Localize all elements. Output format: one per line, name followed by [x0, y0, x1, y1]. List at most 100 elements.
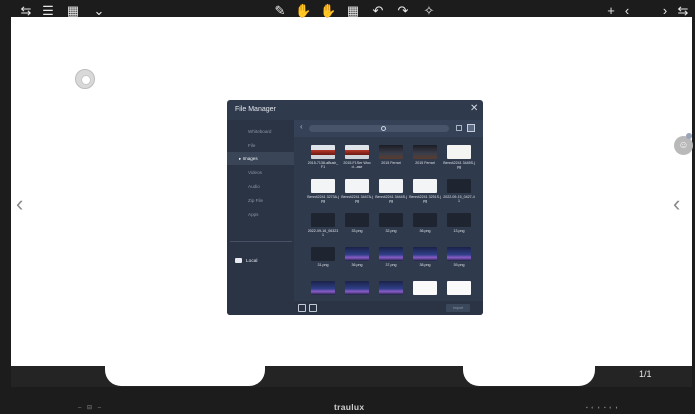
pen-icon[interactable]: ✎	[272, 0, 288, 21]
sidebar-divider	[230, 241, 292, 242]
sidebar-item-audio[interactable]: Audio	[227, 180, 294, 193]
file-grid: 2015-7138-aBush_F1 2015-F1Ser Wood...ase 2…	[294, 140, 483, 300]
file-item[interactable]	[341, 281, 373, 300]
file-thumbnail	[379, 145, 403, 159]
file-label: Benn42241 3447A.jpg	[341, 195, 373, 203]
file-item[interactable]: 2022-09-16_063231	[307, 213, 339, 247]
file-thumbnail	[379, 213, 403, 227]
sidebar-item-images[interactable]: Images	[227, 152, 294, 165]
import-button[interactable]: Import	[446, 304, 470, 312]
file-item[interactable]: 36.png	[341, 247, 373, 281]
apps-icon[interactable]: ▦	[65, 0, 81, 21]
file-item[interactable]: 31.png	[307, 247, 339, 281]
file-label: Benn42241 3444S.jpg	[375, 195, 407, 203]
swap-toolbar-icon[interactable]: ⇆	[18, 0, 34, 21]
file-item[interactable]: 2015-F1Ser Wood...ase	[341, 145, 373, 179]
swap-toolbar-right-icon[interactable]: ⇆	[676, 0, 690, 21]
file-manager-window: File Manager ✕ Whiteboard File Images Vi…	[227, 100, 483, 315]
file-label: 31.png	[317, 263, 329, 267]
file-item[interactable]: 13.png	[443, 213, 475, 247]
file-item[interactable]: 37.png	[375, 247, 407, 281]
file-item[interactable]	[409, 281, 441, 300]
menu-icon[interactable]: ☰	[40, 0, 56, 21]
file-manager-topbar: ‹	[294, 120, 483, 137]
next-page-icon[interactable]: ›	[659, 0, 671, 21]
user-avatar-icon[interactable]: ☺	[674, 136, 693, 155]
file-item[interactable]: 33.png	[341, 213, 373, 247]
bezel-right-buttons: ▪ ◐ ◐ ▪ ◐ ◐	[586, 405, 620, 411]
file-item[interactable]: 2022-09-15_0427-41	[443, 179, 475, 213]
sidebar-item-apps[interactable]: Apps	[227, 208, 294, 221]
sidebar-item-whiteboard[interactable]: Whiteboard	[227, 125, 294, 138]
file-thumbnail	[345, 247, 369, 261]
select-hand-icon[interactable]: ✋	[320, 0, 336, 21]
file-thumbnail	[447, 247, 471, 261]
file-item[interactable]: Benn42241 3273A.jpg	[307, 179, 339, 213]
sidebar-item-videos[interactable]: Videos	[227, 166, 294, 179]
file-item[interactable]: Benn42241 3251S.jpg	[409, 179, 441, 213]
undo-icon[interactable]: ↶	[370, 0, 386, 21]
sidebar-item-local[interactable]: Local	[232, 255, 292, 268]
sidebar-item-zip-file[interactable]: Zip File	[227, 194, 294, 207]
file-manager-bottombar: Import	[294, 301, 483, 315]
file-label: 2022-09-15_0427-41	[443, 195, 475, 203]
file-thumbnail	[413, 145, 437, 159]
file-thumbnail	[379, 179, 403, 193]
file-item[interactable]: Benn42241 3444S.jpg	[375, 179, 407, 213]
file-item[interactable]: 39.png	[443, 247, 475, 281]
list-view-icon[interactable]	[456, 125, 462, 131]
toolbar-notch-left	[105, 366, 265, 386]
file-thumbnail	[413, 179, 437, 193]
file-thumbnail	[413, 213, 437, 227]
clear-icon[interactable]: ✧	[421, 0, 437, 21]
new-folder-icon[interactable]	[298, 304, 306, 312]
sidebar-item-file[interactable]: File	[227, 139, 294, 152]
grid-tool-icon[interactable]: ▦	[345, 0, 361, 21]
back-icon[interactable]: ‹	[300, 122, 303, 131]
search-input[interactable]	[309, 125, 449, 132]
file-manager-sidebar: Whiteboard File Images Videos Audio Zip …	[227, 120, 294, 315]
file-thumbnail	[311, 213, 335, 227]
file-thumbnail	[345, 179, 369, 193]
redo-icon[interactable]: ↷	[395, 0, 411, 21]
file-item[interactable]: 36.png	[409, 213, 441, 247]
close-icon[interactable]: ✕	[470, 103, 478, 114]
right-side-arrow-icon[interactable]: ‹	[673, 193, 680, 215]
file-item[interactable]	[443, 281, 475, 300]
file-label: Benn42241 3273A.jpg	[307, 195, 339, 203]
add-page-icon[interactable]: +	[604, 0, 618, 21]
left-side-arrow-icon[interactable]: ‹	[16, 193, 23, 215]
search-icon	[381, 126, 386, 131]
file-item[interactable]: Benn42241 3445S.jpg	[443, 145, 475, 179]
select-all-icon[interactable]	[309, 304, 317, 312]
file-label: 37.png	[385, 263, 397, 267]
file-item[interactable]: 2015 Ferrari	[375, 145, 407, 179]
file-item[interactable]: 2015-7138-aBush_F1	[307, 145, 339, 179]
file-label: 33.png	[351, 229, 363, 233]
file-item[interactable]: 2015 Ferrari	[409, 145, 441, 179]
file-item[interactable]: 32.png	[375, 213, 407, 247]
file-label: 2015-7138-aBush_F1	[307, 161, 339, 169]
file-thumbnail	[413, 247, 437, 261]
grid-view-icon[interactable]	[467, 124, 475, 132]
file-label: Benn42241 3445S.jpg	[443, 161, 475, 169]
file-thumbnail	[379, 281, 403, 295]
file-manager-title: File Manager	[235, 106, 276, 113]
chevron-down-icon[interactable]: ⌄	[92, 0, 106, 21]
file-item[interactable]: 38.png	[409, 247, 441, 281]
toolbar-notch-right	[463, 366, 595, 386]
avatar-status-dot	[686, 133, 692, 139]
prev-page-icon[interactable]: ‹	[621, 0, 633, 21]
file-thumbnail	[311, 145, 335, 159]
file-item[interactable]	[375, 281, 407, 300]
file-thumbnail	[413, 281, 437, 295]
file-label: Benn42241 3251S.jpg	[409, 195, 441, 203]
folder-icon	[235, 258, 242, 264]
file-item[interactable]: Benn42241 3447A.jpg	[341, 179, 373, 213]
floating-menu-button[interactable]	[75, 69, 95, 89]
file-thumbnail	[345, 145, 369, 159]
file-item[interactable]	[307, 281, 339, 300]
file-label: 2015 Ferrari	[415, 161, 435, 165]
hand-icon[interactable]: ✋	[295, 0, 311, 21]
file-label: 13.png	[453, 229, 465, 233]
